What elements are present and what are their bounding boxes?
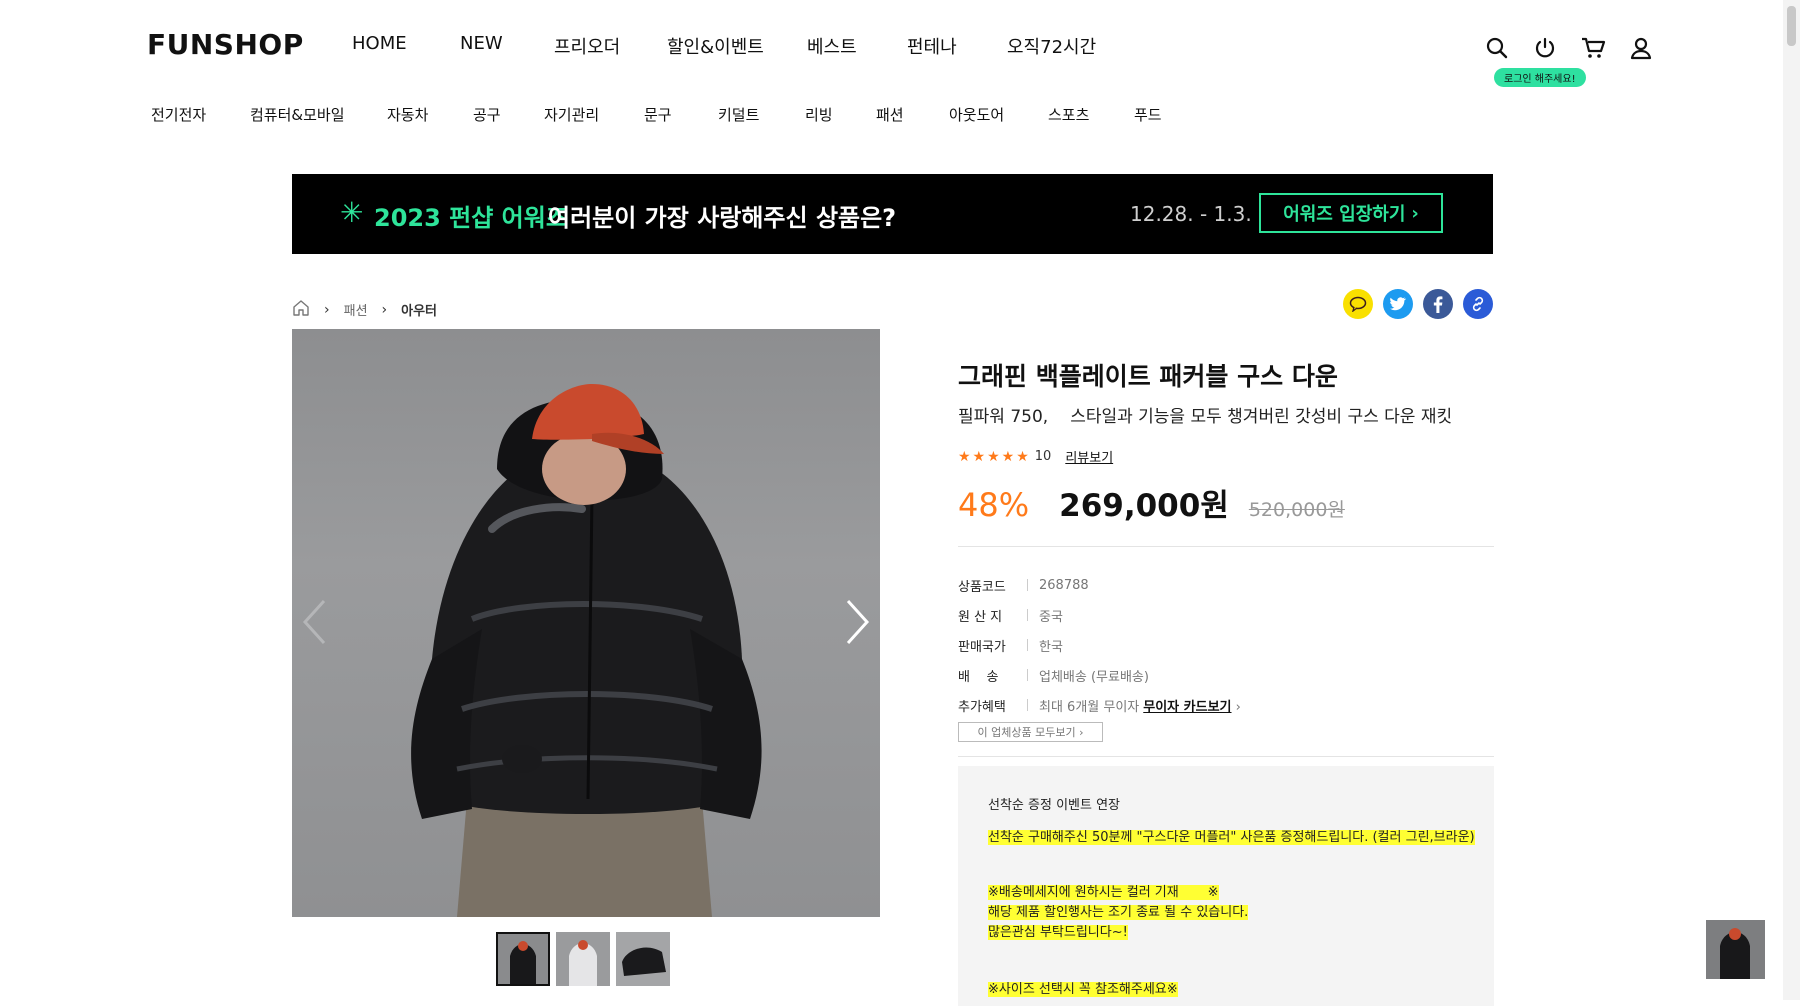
- scrollbar-thumb[interactable]: [1787, 6, 1796, 46]
- spec-key: 배 송: [958, 669, 999, 685]
- page-scrollbar[interactable]: [1783, 0, 1800, 1000]
- nav-funtena[interactable]: 펀테나: [907, 33, 957, 59]
- header-icons: [1483, 34, 1655, 62]
- cart-icon[interactable]: [1579, 34, 1607, 62]
- nav-preorder[interactable]: 프리오더: [554, 33, 620, 59]
- sale-price: 269,000원: [1059, 488, 1229, 524]
- category-item[interactable]: 문구: [644, 104, 672, 125]
- user-icon[interactable]: [1627, 34, 1655, 62]
- nav-home[interactable]: HOME: [352, 33, 407, 54]
- spec-row: 추가혜택 최대 6개월 무이자 무이자 카드보기 ›: [958, 690, 1241, 720]
- spec-value: 최대 6개월 무이자 무이자 카드보기 ›: [1039, 699, 1241, 715]
- banner-date: 12.28. - 1.3.: [1130, 202, 1252, 226]
- breadcrumb: › 패션 › 아우터: [292, 299, 437, 320]
- search-icon[interactable]: [1483, 34, 1511, 62]
- twitter-icon[interactable]: [1383, 289, 1413, 319]
- logo[interactable]: FUNSHOP: [147, 28, 304, 61]
- share-icons: [1343, 289, 1493, 319]
- category-item[interactable]: 공구: [473, 104, 501, 125]
- category-item[interactable]: 전기전자: [151, 104, 206, 125]
- original-price: 520,000원: [1248, 499, 1345, 521]
- spec-key: 판매국가: [958, 639, 1006, 655]
- category-item[interactable]: 자동차: [387, 104, 428, 125]
- notice-line: 선착순 구매해주신 50분께 "구스다운 머플러" 사은품 증정해드립니다. (…: [988, 830, 1475, 845]
- category-item[interactable]: 패션: [876, 104, 904, 125]
- spec-row: 배 송 업체배송 (무료배송): [958, 660, 1241, 690]
- category-item[interactable]: 컴퓨터&모바일: [250, 104, 345, 125]
- thumbnail-1[interactable]: [496, 932, 550, 986]
- awards-banner[interactable]: ✳ 2023 펀샵 어워즈 여러분이 가장 사랑해주신 상품은? 12.28. …: [292, 174, 1493, 254]
- notice-line: 해당 제품 할인행사는 조기 종료 될 수 있습니다.: [988, 905, 1249, 920]
- thumbnail-list: [496, 932, 670, 986]
- kakao-icon[interactable]: [1343, 289, 1373, 319]
- spec-row: 상품코드 268788: [958, 570, 1241, 600]
- login-badge[interactable]: 로그인 해주세요!: [1494, 68, 1586, 87]
- spec-key: 추가혜택: [958, 699, 1006, 715]
- product-subtitle: 필파워 750, 스타일과 기능을 모두 챙겨버린 갓성비 구스 다운 재킷: [958, 402, 1452, 427]
- review-count: 10: [1034, 449, 1052, 464]
- breadcrumb-item[interactable]: 패션: [344, 300, 368, 319]
- category-item[interactable]: 자기관리: [544, 104, 599, 125]
- category-item[interactable]: 아웃도어: [949, 104, 1004, 125]
- notice-line: 많은관심 부탁드립니다~!: [988, 925, 1128, 940]
- star-rating-icon: ★★★★★: [958, 448, 1031, 465]
- category-item[interactable]: 리빙: [805, 104, 833, 125]
- spec-key: 원 산 지: [958, 609, 1003, 625]
- spec-row: 원 산 지 중국: [958, 600, 1241, 630]
- recent-item-thumbnail[interactable]: [1706, 920, 1765, 979]
- spec-row: 판매국가 한국: [958, 630, 1241, 660]
- link-icon[interactable]: [1463, 289, 1493, 319]
- nav-new[interactable]: NEW: [460, 33, 503, 54]
- spec-list: 상품코드 268788 원 산 지 중국 판매국가 한국 배 송 업체배송 (무…: [958, 570, 1241, 720]
- product-rating: ★★★★★ 10 리뷰보기: [958, 447, 1113, 467]
- spec-key: 상품코드: [958, 579, 1006, 595]
- spec-value: 한국: [1039, 639, 1063, 655]
- event-notice: 선착순 증정 이벤트 연장 선착순 구매해주신 50분께 "구스다운 머플러" …: [958, 766, 1494, 1006]
- banner-text: 여러분이 가장 사랑해주신 상품은?: [548, 204, 897, 232]
- banner-highlight: 2023 펀샵 어워즈: [374, 204, 568, 232]
- discount-rate: 48%: [958, 486, 1030, 524]
- nav-sale-event[interactable]: 할인&이벤트: [667, 33, 764, 59]
- subtitle-part: 필파워 750,: [958, 407, 1049, 427]
- price-block: 48% 269,000원 520,000원: [958, 480, 1345, 525]
- view-all-label: 이 업체상품 모두보기: [977, 726, 1076, 739]
- divider: [958, 546, 1494, 547]
- subtitle-part: 스타일과 기능을 모두 챙겨버린 갓성비 구스 다운 재킷: [1070, 407, 1453, 427]
- nav-best[interactable]: 베스트: [807, 33, 857, 59]
- category-item[interactable]: 스포츠: [1048, 104, 1089, 125]
- next-image-arrow[interactable]: [846, 599, 870, 649]
- spec-value: 업체배송 (무료배송): [1039, 669, 1149, 685]
- home-icon[interactable]: [292, 299, 310, 320]
- awards-enter-label: 어워즈 입장하기: [1283, 204, 1406, 225]
- spec-value-text: 최대 6개월 무이자: [1039, 699, 1140, 715]
- jacket-photo: [411, 384, 762, 917]
- chevron-right-icon: ›: [381, 301, 388, 318]
- review-link[interactable]: 리뷰보기: [1065, 447, 1113, 466]
- notice-line: ※사이즈 선택시 꼭 참조해주세요※: [988, 982, 1178, 997]
- notice-title: 선착순 증정 이벤트 연장: [988, 798, 1120, 813]
- facebook-icon[interactable]: [1423, 289, 1453, 319]
- view-all-vendor-products-button[interactable]: 이 업체상품 모두보기 ›: [958, 722, 1103, 742]
- spec-value: 268788: [1039, 577, 1089, 593]
- prev-image-arrow[interactable]: [302, 599, 326, 649]
- thumbnail-2[interactable]: [556, 932, 610, 986]
- asterisk-icon: ✳: [340, 196, 364, 229]
- breadcrumb-current[interactable]: 아우터: [401, 300, 437, 319]
- product-main-image[interactable]: [292, 329, 880, 917]
- category-item[interactable]: 키덜트: [718, 104, 759, 125]
- divider: [958, 756, 1494, 757]
- awards-enter-button[interactable]: 어워즈 입장하기 ›: [1259, 193, 1443, 233]
- nav-only72[interactable]: 오직72시간: [1007, 33, 1096, 59]
- category-item[interactable]: 푸드: [1134, 104, 1162, 125]
- thumbnail-3[interactable]: [616, 932, 670, 986]
- interest-free-card-link[interactable]: 무이자 카드보기: [1143, 700, 1231, 715]
- chevron-right-icon: ›: [324, 301, 330, 318]
- spec-value: 중국: [1039, 609, 1063, 625]
- power-icon[interactable]: [1531, 34, 1559, 62]
- product-title: 그래핀 백플레이트 패커블 구스 다운: [958, 362, 1338, 391]
- chevron-right-icon: ›: [1411, 202, 1419, 224]
- notice-line: ※배송메세지에 원하시는 컬러 기재 ※: [988, 885, 1219, 900]
